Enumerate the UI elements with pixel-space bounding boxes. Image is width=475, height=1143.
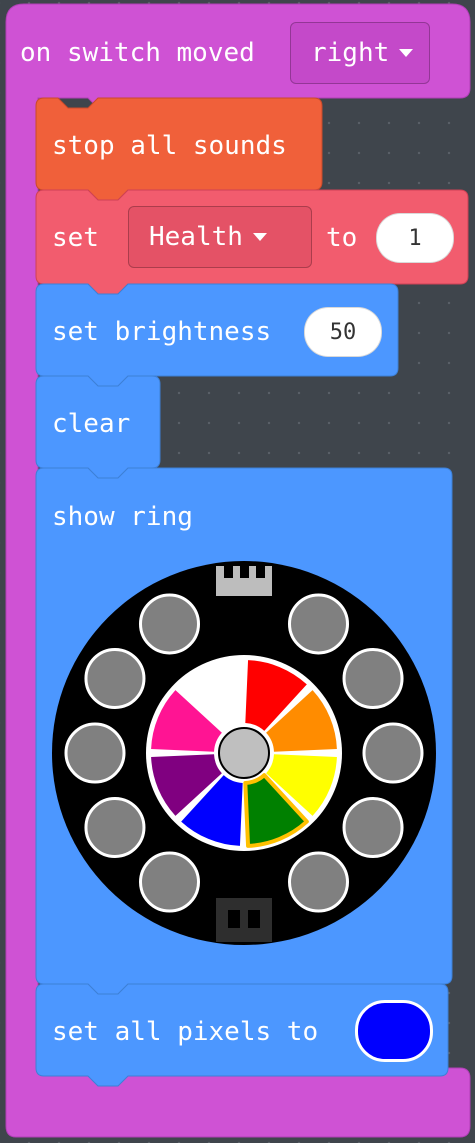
brightness-value-input[interactable]: 50 xyxy=(304,307,382,357)
show-ring-label: show ring xyxy=(52,502,193,532)
switch-direction-value: right xyxy=(311,38,390,68)
show-ring-block-shape[interactable] xyxy=(35,467,453,995)
switch-direction-dropdown[interactable]: right xyxy=(290,22,430,84)
to-label: to xyxy=(326,223,358,253)
clear-label: clear xyxy=(52,409,131,439)
set-pixels-label: set all pixels to xyxy=(52,1017,319,1047)
variable-dropdown[interactable]: Health xyxy=(128,206,312,268)
stop-sounds-label: stop all sounds xyxy=(52,131,287,161)
chevron-down-icon xyxy=(252,233,267,241)
block-shapes xyxy=(5,3,471,1138)
brightness-label: set brightness xyxy=(52,317,272,347)
health-value-input[interactable]: 1 xyxy=(376,213,454,263)
pixel-color-picker[interactable] xyxy=(355,1000,433,1062)
event-label: on switch moved xyxy=(20,38,255,68)
set-label: set xyxy=(52,223,99,253)
variable-name: Health xyxy=(149,222,243,252)
chevron-down-icon xyxy=(399,49,414,57)
